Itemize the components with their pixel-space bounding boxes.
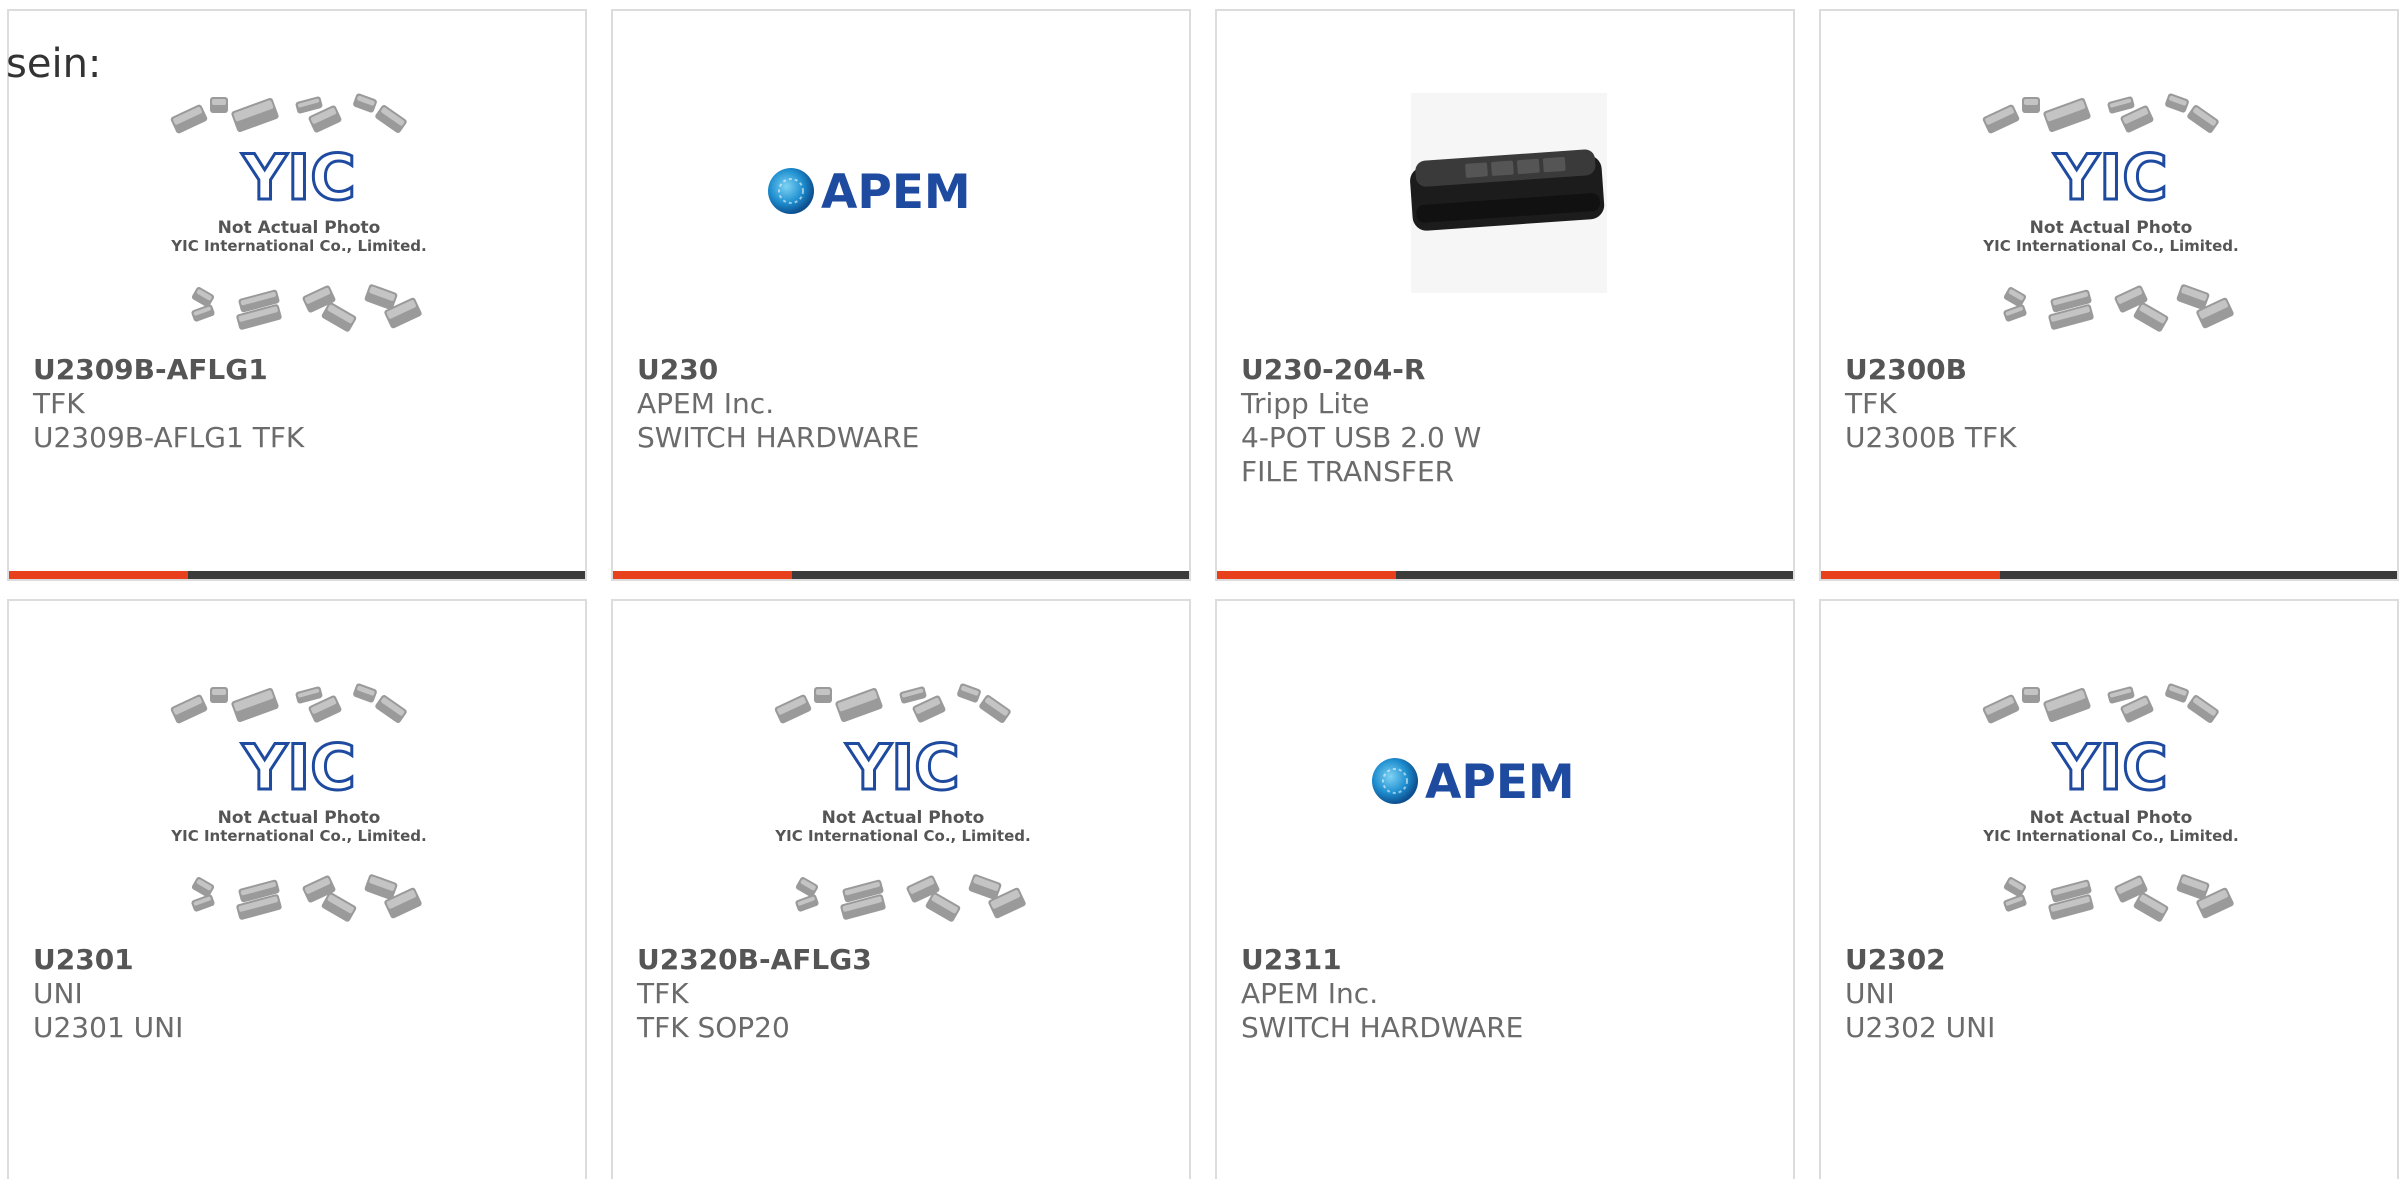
svg-text:Not Actual Photo: Not Actual Photo: [218, 808, 381, 828]
card-progress-bar: [1821, 571, 2397, 579]
card-progress-fill: [9, 571, 188, 579]
product-card[interactable]: U230-204-R Tripp Lite 4-POT USB 2.0 W FI…: [1215, 9, 1795, 581]
svg-text:Not Actual Photo: Not Actual Photo: [2030, 218, 2193, 238]
product-name[interactable]: U2309B-AFLG1: [33, 353, 268, 387]
svg-text:YIC International Co., Limited: YIC International Co., Limited.: [170, 237, 426, 255]
product-name[interactable]: U2302: [1845, 943, 1946, 977]
product-card[interactable]: APEM U2311 APEM Inc. SWITCH HARDWARE: [1215, 599, 1795, 1179]
product-manufacturer: APEM Inc.: [1241, 977, 1379, 1010]
product-card[interactable]: YIC Not Actual Photo YIC International C…: [7, 599, 587, 1179]
product-description: U2301 UNI: [33, 1011, 184, 1044]
product-manufacturer: TFK: [637, 977, 689, 1010]
product-description: U2300B TFK: [1845, 421, 2017, 454]
svg-text:Not Actual Photo: Not Actual Photo: [218, 218, 381, 238]
product-description: U2302 UNI: [1845, 1011, 1996, 1044]
svg-text:Not Actual Photo: Not Actual Photo: [822, 808, 985, 828]
svg-text:YIC: YIC: [2053, 141, 2167, 214]
card-progress-bar: [613, 571, 1189, 579]
product-manufacturer: TFK: [1845, 387, 1897, 420]
svg-text:Not Actual Photo: Not Actual Photo: [2030, 808, 2193, 828]
svg-text:YIC International Co., Limited: YIC International Co., Limited.: [1982, 237, 2238, 255]
svg-text:YIC: YIC: [2053, 731, 2167, 804]
card-progress-fill: [613, 571, 792, 579]
svg-text:YIC International Co., Limited: YIC International Co., Limited.: [170, 827, 426, 845]
apem-logo-icon: APEM: [763, 91, 1043, 351]
svg-text:YIC International Co., Limited: YIC International Co., Limited.: [1982, 827, 2238, 845]
card-progress-bar: [1217, 571, 1793, 579]
svg-text:YIC: YIC: [241, 141, 355, 214]
product-card[interactable]: YIC Not Actual Photo YIC International C…: [1819, 599, 2399, 1179]
product-grid: YIC Not Actual Photo YIC International C…: [0, 0, 2400, 1179]
product-description: 4-POT USB 2.0 W FILE TRANSFER: [1241, 421, 1482, 488]
product-name[interactable]: U2320B-AFLG3: [637, 943, 872, 977]
product-description: TFK SOP20: [637, 1011, 790, 1044]
product-name[interactable]: U2311: [1241, 943, 1342, 977]
product-description: U2309B-AFLG1 TFK: [33, 421, 305, 454]
product-card[interactable]: YIC Not Actual Photo YIC International C…: [611, 599, 1191, 1179]
product-card[interactable]: APEM U230 APEM Inc. SWITCH HARDWARE: [611, 9, 1191, 581]
svg-text:YIC: YIC: [845, 731, 959, 804]
product-description: SWITCH HARDWARE: [1241, 1011, 1524, 1044]
product-manufacturer: UNI: [33, 977, 83, 1010]
product-description: SWITCH HARDWARE: [637, 421, 920, 454]
card-progress-fill: [1821, 571, 2000, 579]
yic-placeholder-icon: YIC Not Actual Photo YIC International C…: [1971, 681, 2251, 941]
usb-switch-device-icon: [1367, 91, 1647, 351]
product-name[interactable]: U230: [637, 353, 718, 387]
svg-text:YIC International Co., Limited: YIC International Co., Limited.: [774, 827, 1030, 845]
yic-placeholder-icon: YIC Not Actual Photo YIC International C…: [159, 681, 439, 941]
product-manufacturer: UNI: [1845, 977, 1895, 1010]
product-manufacturer: TFK: [33, 387, 85, 420]
product-name[interactable]: U230-204-R: [1241, 353, 1425, 387]
product-name[interactable]: U2301: [33, 943, 134, 977]
svg-text:YIC: YIC: [241, 731, 355, 804]
product-name[interactable]: U2300B: [1845, 353, 1967, 387]
svg-text:APEM: APEM: [821, 165, 971, 220]
product-card[interactable]: YIC Not Actual Photo YIC International C…: [7, 9, 587, 581]
yic-placeholder-icon: YIC Not Actual Photo YIC International C…: [1971, 91, 2251, 351]
svg-text:APEM: APEM: [1425, 755, 1575, 810]
product-manufacturer: APEM Inc.: [637, 387, 775, 420]
yic-placeholder-icon: YIC Not Actual Photo YIC International C…: [763, 681, 1043, 941]
section-intro-text: sein:: [6, 41, 102, 87]
product-manufacturer: Tripp Lite: [1241, 387, 1370, 420]
apem-logo-icon: APEM: [1367, 681, 1647, 941]
yic-placeholder-icon: YIC Not Actual Photo YIC International C…: [159, 91, 439, 351]
card-progress-bar: [9, 571, 585, 579]
card-progress-fill: [1217, 571, 1396, 579]
product-card[interactable]: YIC Not Actual Photo YIC International C…: [1819, 9, 2399, 581]
